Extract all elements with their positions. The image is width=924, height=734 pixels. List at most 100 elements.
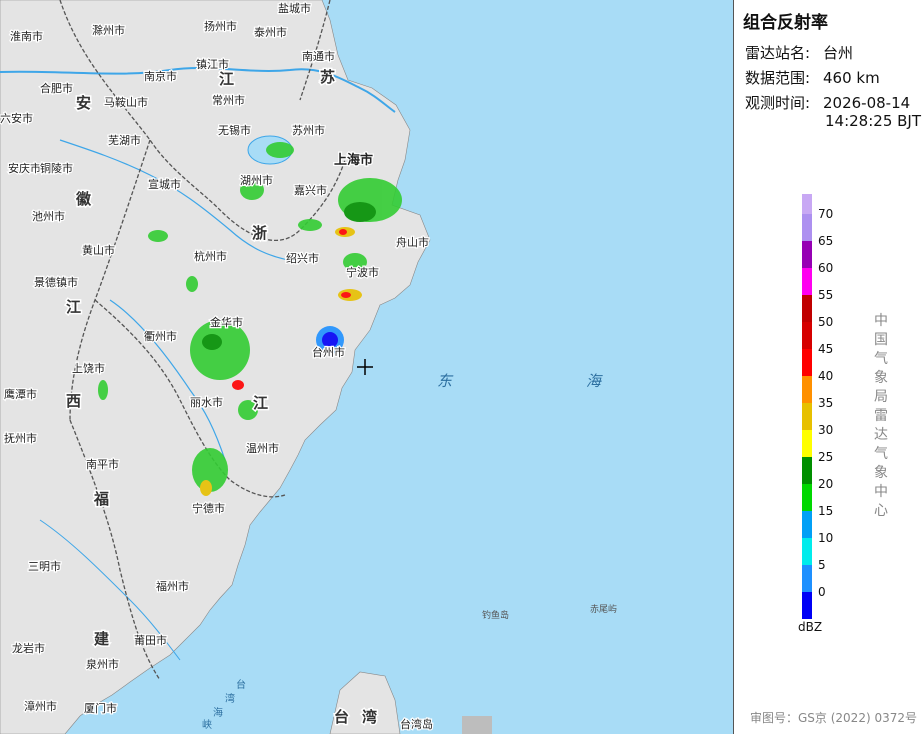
time-label: 观测时间: [745, 94, 811, 112]
city-label: 泰州市 [254, 25, 287, 39]
sea-label: 湾 [225, 692, 235, 705]
city-label: 淮南市 [10, 29, 43, 43]
legend-segment [802, 430, 812, 457]
city-label: 景德镇市 [34, 275, 78, 289]
city-label: 常州市 [212, 93, 245, 107]
city-label: 嘉兴市 [294, 183, 327, 197]
product-title: 组合反射率 [743, 13, 828, 33]
province-label: 西 [66, 392, 81, 410]
legend-unit: dBZ [798, 620, 823, 634]
legend-tick-label: 50 [818, 315, 834, 329]
city-label: 宁波市 [346, 265, 379, 279]
time-clock: 14:28:25 BJT [825, 112, 922, 130]
legend-segment [802, 214, 812, 241]
legend-segment [802, 403, 812, 430]
time-date: 2026-08-14 [823, 94, 911, 112]
legend-tick-label: 30 [818, 423, 834, 437]
city-label: 台州市 [312, 345, 345, 359]
island-label: 赤尾屿 [590, 604, 617, 615]
legend-segment [802, 592, 812, 619]
radar-map[interactable]: 安 徽 江 苏 浙 江 江 西 福 建 台 湾 东 海 台 湾 海 峡 钓鱼岛 … [0, 0, 734, 734]
color-legend [802, 194, 812, 619]
city-label: 安庆市 [8, 161, 41, 175]
station-label: 雷达站名: [745, 44, 811, 62]
province-label: 浙 [252, 224, 267, 242]
legend-segment [802, 457, 812, 484]
city-label: 舟山市 [396, 235, 429, 249]
city-label: 金华市 [210, 315, 243, 329]
province-label: 福 [93, 490, 109, 508]
city-label: 马鞍山市 [104, 95, 148, 109]
city-label: 泉州市 [86, 657, 119, 671]
city-label: 衢州市 [144, 329, 177, 343]
legend-tick-label: 10 [818, 531, 834, 545]
legend-segment [802, 511, 812, 538]
province-label: 江 [253, 394, 268, 412]
city-label: 绍兴市 [286, 251, 319, 265]
legend-segment [802, 349, 812, 376]
legend-segment [802, 538, 812, 565]
city-label: 三明市 [28, 559, 61, 573]
city-label: 宣城市 [148, 177, 181, 191]
legend-tick-label: 65 [818, 234, 834, 248]
city-label: 上饶市 [72, 361, 105, 375]
city-label: 杭州市 [194, 249, 227, 263]
city-label: 六安市 [0, 111, 33, 125]
city-label: 上海市 [334, 152, 373, 168]
city-label: 扬州市 [204, 19, 237, 33]
city-label: 黄山市 [82, 243, 115, 257]
approval-number: 审图号：GS京 (2022) 0372号 [750, 711, 917, 725]
legend-tick-label: 35 [818, 396, 834, 410]
city-label: 苏州市 [292, 123, 325, 137]
province-label: 湾 [362, 708, 377, 726]
city-label: 盐城市 [278, 1, 311, 15]
legend-tick-label: 45 [818, 342, 834, 356]
legend-tick-label: 5 [818, 558, 826, 572]
sea-label: 台 [236, 678, 246, 691]
city-label: 南平市 [86, 457, 119, 471]
city-label: 无锡市 [218, 123, 251, 137]
city-label: 宁德市 [192, 501, 225, 515]
sea-label: 海 [586, 372, 603, 390]
city-label: 滁州市 [92, 23, 125, 37]
city-label: 温州市 [246, 441, 279, 455]
city-label: 漳州市 [24, 699, 57, 713]
city-label: 合肥市 [40, 81, 73, 95]
legend-tick-label: 55 [818, 288, 834, 302]
city-label: 鹰潭市 [4, 387, 37, 401]
city-label: 厦门市 [84, 701, 117, 715]
info-panel: 组合反射率 雷达站名: 台州 数据范围: 460 km 观测时间: 2026-08-1… [734, 0, 924, 734]
sea-label: 东 [437, 372, 454, 390]
legend-tick-label: 60 [818, 261, 834, 275]
legend-segment [802, 241, 812, 268]
province-label: 江 [219, 70, 234, 88]
province-label: 建 [94, 630, 110, 648]
legend-segment [802, 484, 812, 511]
land-patch [462, 716, 492, 734]
legend-tick-label: 40 [818, 369, 834, 383]
legend-tick-label: 25 [818, 450, 834, 464]
legend-segment [802, 268, 812, 295]
province-label: 徽 [75, 190, 92, 208]
city-label: 镇江市 [196, 57, 229, 71]
city-label: 南京市 [144, 69, 177, 83]
time-row: 观测时间: 2026-08-14 [745, 92, 910, 113]
city-label: 福州市 [156, 579, 189, 593]
province-label: 安 [76, 94, 91, 112]
legend-tick-label: 15 [818, 504, 834, 518]
station-value: 台州 [823, 44, 854, 62]
station-row: 雷达站名: 台州 [745, 42, 853, 63]
legend-segment [802, 295, 812, 322]
city-label: 丽水市 [190, 395, 223, 409]
sea-label: 峡 [202, 718, 212, 731]
city-label: 南通市 [302, 49, 335, 63]
legend-segment [802, 565, 812, 592]
legend-tick-label: 20 [818, 477, 834, 491]
city-label: 台湾岛 [400, 717, 433, 731]
city-label: 湖州市 [240, 173, 273, 187]
legend-segment [802, 194, 812, 214]
province-label: 苏 [320, 68, 335, 86]
credit-text: 中国气象局雷达气象中心 [874, 313, 888, 519]
city-label: 抚州市 [4, 431, 37, 445]
range-row: 数据范围: 460 km [745, 67, 880, 88]
